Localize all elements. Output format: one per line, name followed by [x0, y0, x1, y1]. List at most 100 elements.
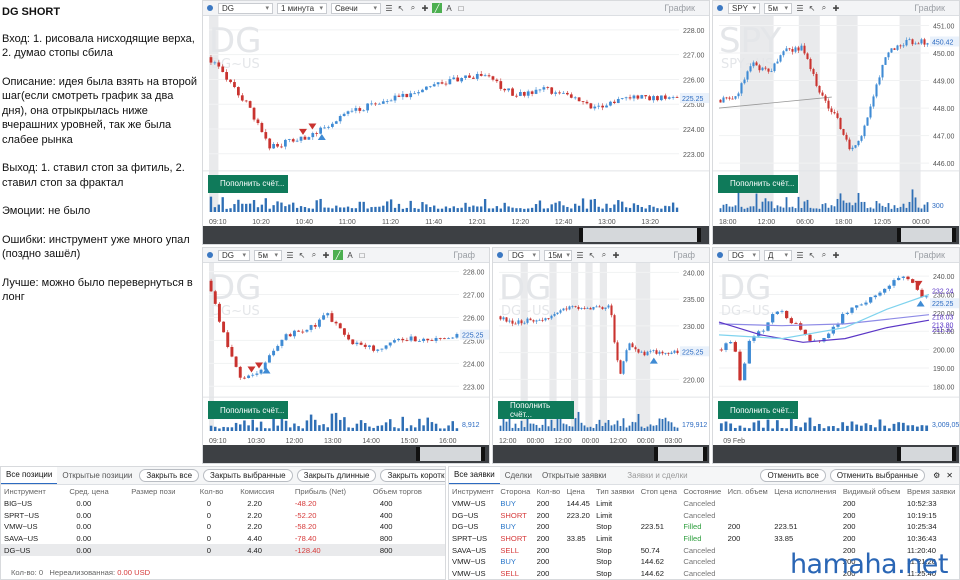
- cancel-selected-button[interactable]: Отменить выбранные: [829, 469, 926, 482]
- symbol-select[interactable]: SPY: [728, 2, 760, 14]
- settings-icon[interactable]: ☰: [575, 250, 585, 260]
- table-row[interactable]: DG~US 0.00 0 4.40 -128.40 800: [1, 544, 445, 556]
- cursor-icon[interactable]: ↖: [297, 250, 307, 260]
- chart-panel-4[interactable]: DG15м☰↖⌕✚Граф240.00235.00230.00225.00220…: [492, 247, 710, 464]
- table-row[interactable]: SPRT~US SHORT 200 33.85 Limit Filled 200 33.85 2…: [449, 533, 959, 545]
- settings-icon[interactable]: ☰: [285, 250, 295, 260]
- column-header[interactable]: Сред. цена: [66, 485, 128, 498]
- table-row[interactable]: SPRT~US 0.00 0 2.20 -52.20 400: [1, 510, 445, 522]
- close-selected-button[interactable]: Закрыть выбранные: [203, 469, 293, 482]
- scrollbar-handle[interactable]: [896, 447, 957, 461]
- symbol-select[interactable]: DG: [218, 2, 273, 14]
- symbol-select[interactable]: DG: [728, 249, 760, 261]
- cursor-icon[interactable]: ↖: [807, 3, 817, 13]
- crosshair-icon[interactable]: ✚: [611, 250, 621, 260]
- settings-icon[interactable]: ☰: [795, 250, 805, 260]
- column-header[interactable]: Время заявки: [904, 485, 959, 498]
- tab-all-orders[interactable]: Все заявки: [449, 467, 500, 484]
- crosshair-icon[interactable]: ✚: [831, 3, 841, 13]
- table-row[interactable]: BIG~US 0.00 0 2.20 -48.20 400: [1, 498, 445, 510]
- link-dot-icon[interactable]: [207, 252, 213, 258]
- tab-open-positions[interactable]: Открытые позиции: [57, 467, 137, 484]
- crosshair-icon[interactable]: ✚: [831, 250, 841, 260]
- zoom-icon[interactable]: ⌕: [408, 3, 418, 13]
- timeline-scrollbar[interactable]: [713, 445, 959, 463]
- price-chart[interactable]: 228.00227.00226.00225.00224.00223.00DGDG…: [203, 263, 490, 447]
- cursor-icon[interactable]: ↖: [396, 3, 406, 13]
- column-header[interactable]: Инструмент: [449, 485, 497, 498]
- cursor-icon[interactable]: ↖: [807, 250, 817, 260]
- price-chart[interactable]: 451.00450.00449.00448.00447.00446.00SPYS…: [713, 16, 960, 228]
- link-dot-icon[interactable]: [717, 252, 723, 258]
- tab-all-positions[interactable]: Все позиции: [1, 467, 58, 484]
- column-header[interactable]: Прибыль (Net): [292, 485, 370, 498]
- cancel-all-button[interactable]: Отменить все: [760, 469, 826, 482]
- column-header[interactable]: Комиссия: [237, 485, 292, 498]
- chart-panel-3[interactable]: DG5м☰↖⌕✚╱A□Граф228.00227.00226.00225.002…: [202, 247, 490, 464]
- column-header[interactable]: Сторона: [497, 485, 533, 498]
- column-header[interactable]: Инструмент: [1, 485, 66, 498]
- close-long-button[interactable]: Закрыть длинные: [296, 469, 377, 482]
- link-dot-icon[interactable]: [717, 5, 723, 11]
- zoom-icon[interactable]: ⌕: [599, 250, 609, 260]
- chart-panel-2[interactable]: SPY 5м☰↖⌕✚ График 451.00 450.00 449.00 448.00 4…: [712, 0, 960, 245]
- close-all-button[interactable]: Закрыть все: [139, 469, 200, 482]
- interval-select[interactable]: 1 минута: [277, 2, 327, 14]
- timeline-scrollbar[interactable]: [493, 445, 709, 463]
- settings-icon[interactable]: ☰: [795, 3, 805, 13]
- fund-account-button[interactable]: Пополнить счёт...: [718, 174, 798, 193]
- timeline-scrollbar[interactable]: [203, 226, 709, 244]
- close-short-button[interactable]: Закрыть короткие: [380, 469, 445, 482]
- chart-panel-1[interactable]: DG 1 минута Свечи☰↖⌕✚╱A□ График 228.00 227.00…: [202, 0, 710, 245]
- column-header[interactable]: Тип заявки: [593, 485, 638, 498]
- table-row[interactable]: DG~US BUY 200 Stop 223.51 Filled 200 223.51 200 1…: [449, 521, 959, 533]
- link-dot-icon[interactable]: [207, 5, 213, 11]
- frame-icon[interactable]: □: [357, 250, 367, 260]
- column-header[interactable]: Объем торгов: [370, 485, 445, 498]
- fund-account-button[interactable]: Пополнить счёт...: [208, 174, 288, 193]
- column-header[interactable]: Размер пози: [128, 485, 197, 498]
- table-row[interactable]: DG~US SHORT 200 223.20 Limit Canceled 200 10:19…: [449, 510, 959, 522]
- price-chart[interactable]: 228.00227.00226.00225.00224.00223.00DGDG…: [203, 16, 710, 228]
- text-icon[interactable]: A: [345, 250, 355, 260]
- tab-trades[interactable]: Сделки: [500, 467, 537, 484]
- tab-open-orders[interactable]: Открытые заявки: [537, 467, 611, 484]
- draw-line-icon[interactable]: ╱: [333, 250, 343, 260]
- price-chart[interactable]: 240.00230.00220.00210.00200.00190.00180.…: [713, 263, 960, 447]
- crosshair-icon[interactable]: ✚: [321, 250, 331, 260]
- interval-select[interactable]: 15м: [544, 249, 572, 261]
- chart-panel-5[interactable]: DGД☰↖⌕✚График240.00230.00220.00210.00200…: [712, 247, 960, 464]
- price-chart[interactable]: 240.00235.00230.00225.00220.00DGDG~US225…: [493, 263, 710, 447]
- table-row[interactable]: VMW~US BUY 200 144.45 Limit Canceled 200 10:52:…: [449, 498, 959, 510]
- scrollbar-handle[interactable]: [896, 228, 957, 242]
- fund-account-button[interactable]: Пополнить счёт...: [208, 401, 288, 420]
- cursor-icon[interactable]: ↖: [587, 250, 597, 260]
- column-header[interactable]: Кол-во: [534, 485, 564, 498]
- settings-icon[interactable]: ☰: [384, 3, 394, 13]
- column-header[interactable]: Цена исполнения: [771, 485, 840, 498]
- column-header[interactable]: Стоп цена: [638, 485, 681, 498]
- interval-select[interactable]: 5м: [764, 2, 792, 14]
- frame-icon[interactable]: □: [456, 3, 466, 13]
- zoom-icon[interactable]: ⌕: [819, 250, 829, 260]
- fund-account-button[interactable]: Пополнить счёт...: [498, 401, 575, 420]
- interval-select[interactable]: 5м: [254, 249, 282, 261]
- column-header[interactable]: Видимый объем: [840, 485, 904, 498]
- zoom-icon[interactable]: ⌕: [309, 250, 319, 260]
- draw-line-icon[interactable]: ╱: [432, 3, 442, 13]
- column-header[interactable]: Кол-во: [197, 485, 237, 498]
- zoom-icon[interactable]: ⌕: [819, 3, 829, 13]
- interval-select[interactable]: Д: [764, 249, 792, 261]
- scrollbar-handle[interactable]: [654, 447, 707, 461]
- column-header[interactable]: Исп. объем: [725, 485, 772, 498]
- column-header[interactable]: Цена: [564, 485, 594, 498]
- link-dot-icon[interactable]: [497, 252, 503, 258]
- text-icon[interactable]: A: [444, 3, 454, 13]
- close-icon[interactable]: ✕: [946, 471, 953, 480]
- symbol-select[interactable]: DG: [508, 249, 540, 261]
- symbol-select[interactable]: DG: [218, 249, 250, 261]
- timeline-scrollbar[interactable]: [203, 445, 489, 463]
- gear-icon[interactable]: ⚙: [933, 471, 940, 480]
- crosshair-icon[interactable]: ✚: [420, 3, 430, 13]
- table-row[interactable]: VMW~US 0.00 0 2.20 -58.20 400: [1, 521, 445, 533]
